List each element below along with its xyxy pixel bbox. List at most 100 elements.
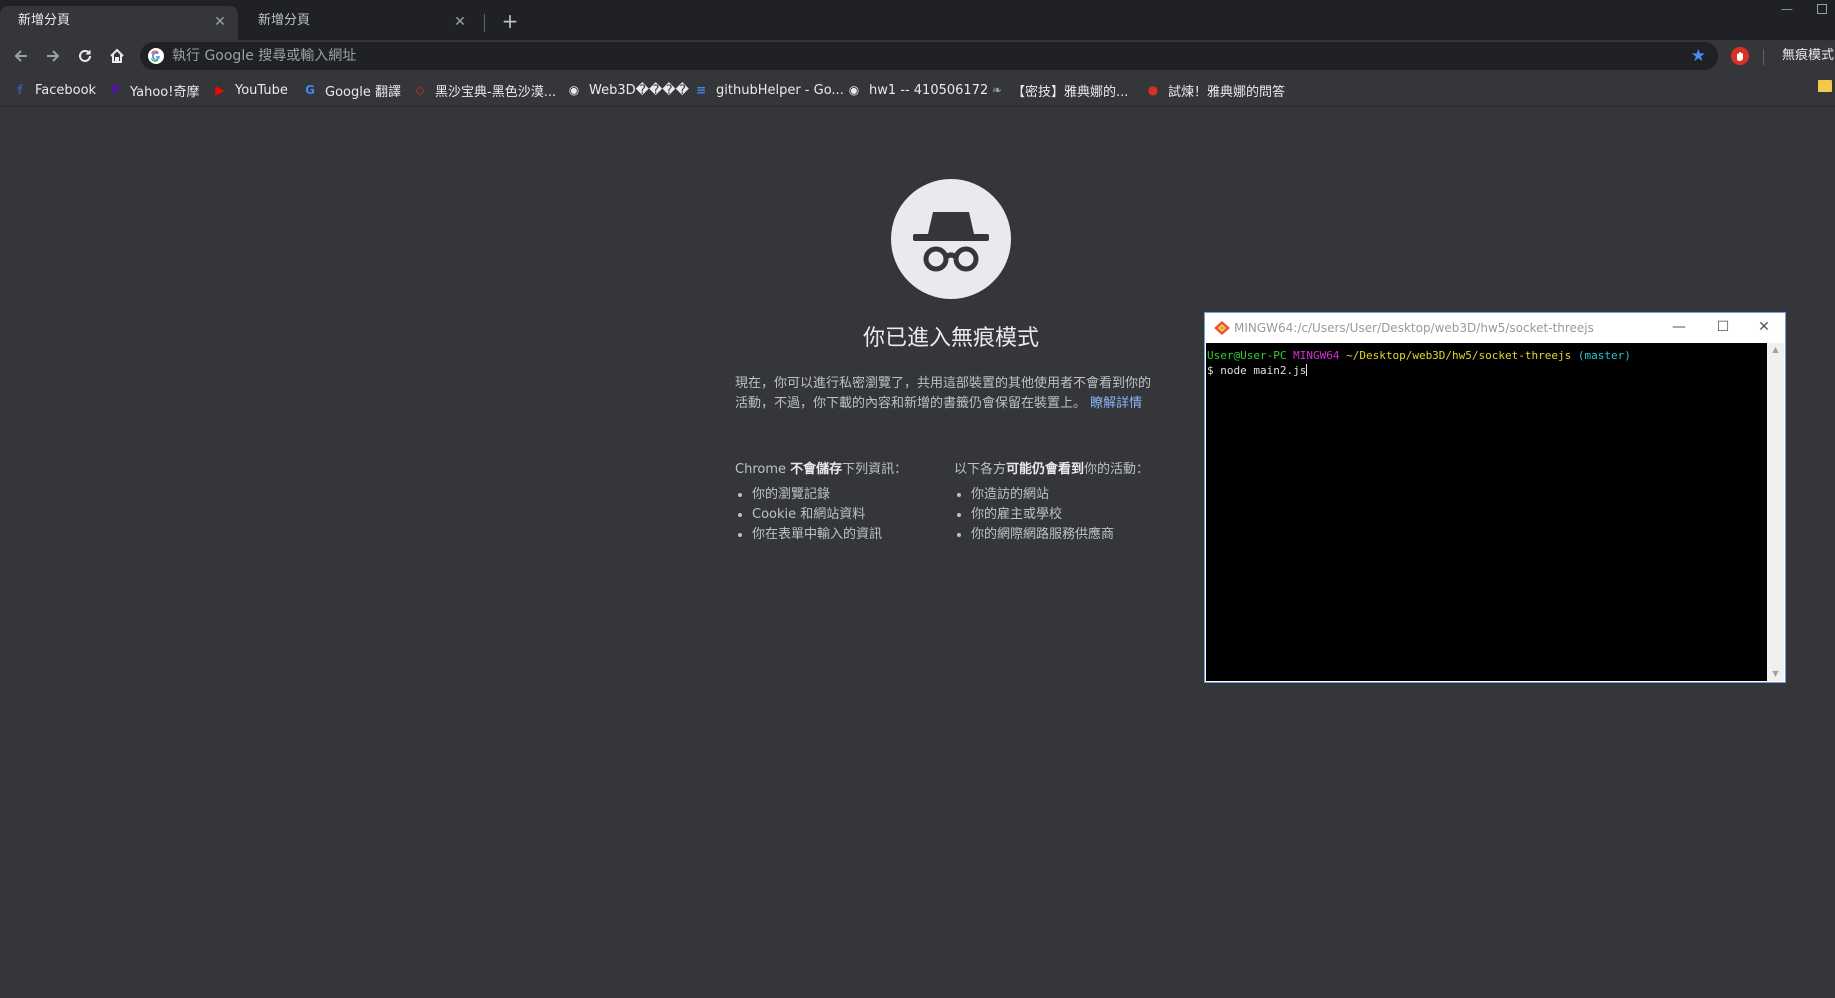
extension-hand-icon[interactable]	[1730, 46, 1750, 66]
bookmark-label: 試煉！雅典娜的問答	[1168, 84, 1286, 100]
reload-icon	[79, 49, 91, 62]
incognito-logo	[891, 179, 1011, 299]
intro-text: 現在，你可以進行私密瀏覽了，共用這部裝置的其他使用者不會看到你的活動，不過，你下…	[735, 376, 1152, 411]
tab-new-tab-1[interactable]: 新增分頁 ✕	[0, 6, 238, 40]
bookmark-label: 黑沙宝典-黑色沙漠...	[435, 84, 557, 100]
diamond-icon: ◇	[415, 83, 425, 97]
bookmark-item[interactable]: Y Yahoo!奇摩	[107, 80, 200, 100]
bookmark-item[interactable]: f Facebook	[12, 80, 96, 100]
tab-divider	[484, 14, 485, 32]
list-item: 你的瀏覽記錄	[752, 485, 965, 505]
bookmark-label: Google 翻譯	[325, 84, 401, 100]
bookmarks-bar: f Facebook Y Yahoo!奇摩 ▶ YouTube G Google 翻譯 ◇ 黑沙宝…	[0, 72, 1835, 107]
learn-more-link[interactable]: 瞭解詳情	[1090, 396, 1142, 411]
terminal-output[interactable]: User@User-PC MINGW64 ~/Desktop/web3D/hw5…	[1206, 343, 1767, 681]
terminal-title: MINGW64:/c/Users/User/Desktop/web3D/hw5/…	[1234, 321, 1594, 335]
terminal-minimize-button[interactable]: —	[1657, 315, 1701, 339]
git-bash-icon	[1214, 321, 1230, 335]
arrow-right-icon	[47, 50, 60, 62]
page-title: 你已進入無痕模式	[862, 326, 1039, 351]
bookmark-item[interactable]: ◇ 黑沙宝典-黑色沙漠...	[412, 80, 556, 100]
bookmark-label: hw1 -- 410506172	[869, 82, 989, 98]
address-input[interactable]	[172, 42, 1652, 70]
forward-button[interactable]	[41, 44, 65, 68]
bookmark-item[interactable]: ◉ hw1 -- 410506172	[846, 80, 988, 100]
prompt-system: MINGW64	[1293, 349, 1340, 362]
tab-new-tab-2[interactable]: 新增分頁 ✕	[240, 6, 478, 40]
home-button[interactable]	[105, 44, 129, 68]
tab-label: 新增分頁	[258, 13, 311, 28]
scroll-down-icon[interactable]: ▼	[1767, 667, 1784, 681]
bookmark-label: Yahoo!奇摩	[130, 84, 200, 100]
back-button[interactable]	[9, 44, 33, 68]
terminal-window[interactable]: MINGW64:/c/Users/User/Desktop/web3D/hw5/…	[1205, 313, 1785, 682]
bookmark-label: Facebook	[35, 82, 97, 98]
incognito-indicator[interactable]: 無痕模式	[1782, 46, 1834, 66]
other-bookmarks-folder-icon[interactable]	[1818, 80, 1832, 92]
globe-icon: ◉	[568, 83, 580, 97]
tab-strip: 新增分頁 ✕ 新增分頁 ✕ + —	[0, 0, 1835, 40]
bookmark-label: 【密技】雅典娜的...	[1012, 84, 1129, 100]
bookmark-label: Web3D����	[589, 82, 689, 98]
may-be-visible-section: 以下各方可能仍會看到你的活動： 你造訪的網站 你的雇主或學校 你的網際網路服務供…	[954, 459, 1184, 545]
incognito-intro: 現在，你可以進行私密瀏覽了，共用這部裝置的其他使用者不會看到你的活動，不過，你下…	[735, 374, 1160, 414]
globe-icon: ◉	[848, 83, 860, 97]
terminal-scrollbar[interactable]: ▲ ▼	[1767, 343, 1784, 681]
heading-bold: 可能仍會看到	[1006, 462, 1085, 477]
prompt-path: ~/Desktop/web3D/hw5/socket-threejs	[1346, 349, 1572, 362]
omnibox[interactable]: ★	[140, 42, 1718, 70]
incognito-icon	[913, 212, 989, 272]
bookmark-item[interactable]: ❧ 【密技】雅典娜的...	[989, 80, 1128, 100]
ladybug-icon: ●	[1147, 83, 1159, 97]
google-icon	[148, 48, 164, 64]
heading-prefix: Chrome	[735, 462, 791, 477]
scroll-up-icon[interactable]: ▲	[1767, 343, 1784, 357]
arrow-left-icon	[14, 50, 27, 62]
prompt-line: User@User-PC MINGW64 ~/Desktop/web3D/hw5…	[1206, 348, 1767, 363]
bookmark-item[interactable]: G Google 翻譯	[302, 80, 401, 100]
list-item: 你的網際網路服務供應商	[971, 525, 1184, 545]
tab-close-icon[interactable]: ✕	[452, 14, 468, 30]
list-item: 你在表單中輸入的資訊	[752, 525, 965, 545]
window-minimize-button[interactable]: —	[1775, 0, 1799, 18]
maximize-icon	[1817, 4, 1827, 14]
heading-bold: 不會儲存	[790, 462, 843, 477]
window-maximize-button[interactable]	[1810, 0, 1834, 18]
tab-label: 新增分頁	[18, 13, 71, 28]
facebook-icon: f	[17, 83, 23, 97]
google-docs-icon: ≡	[695, 83, 707, 97]
not-saved-section: Chrome 不會儲存下列資訊： 你的瀏覽記錄 Cookie 和網站資料 你在表…	[735, 459, 965, 545]
bookmark-item[interactable]: ≡ githubHelper - Go...	[693, 80, 844, 100]
bookmark-star-icon[interactable]: ★	[1691, 46, 1706, 66]
heading-suffix: 下列資訊：	[842, 462, 908, 477]
prompt-branch: (master)	[1577, 349, 1631, 362]
list-item: 你造訪的網站	[971, 485, 1184, 505]
home-icon	[110, 48, 124, 63]
feather-icon: ❧	[991, 83, 1003, 97]
youtube-icon: ▶	[215, 83, 225, 97]
terminal-maximize-button[interactable]: ☐	[1701, 315, 1745, 339]
tab-close-icon[interactable]: ✕	[212, 14, 228, 30]
terminal-close-button[interactable]: ✕	[1742, 315, 1786, 339]
terminal-titlebar[interactable]: MINGW64:/c/Users/User/Desktop/web3D/hw5/…	[1205, 313, 1785, 343]
heading-suffix: 你的活動：	[1084, 462, 1150, 477]
yahoo-icon: Y	[110, 83, 120, 97]
text-cursor	[1306, 364, 1308, 376]
reload-button[interactable]	[73, 44, 97, 68]
not-saved-heading: Chrome 不會儲存下列資訊：	[735, 459, 965, 481]
google-translate-icon: G	[305, 83, 315, 97]
may-be-visible-list: 你造訪的網站 你的雇主或學校 你的網際網路服務供應商	[954, 485, 1184, 545]
list-item: 你的雇主或學校	[971, 505, 1184, 525]
bookmark-label: YouTube	[235, 82, 288, 98]
bookmark-item[interactable]: ● 試煉！雅典娜的問答	[1145, 80, 1285, 100]
bookmark-item[interactable]: ◉ Web3D����	[566, 80, 689, 100]
may-be-visible-heading: 以下各方可能仍會看到你的活動：	[954, 459, 1184, 481]
not-saved-list: 你的瀏覽記錄 Cookie 和網站資料 你在表單中輸入的資訊	[735, 485, 965, 545]
list-item: Cookie 和網站資料	[752, 505, 965, 525]
toolbar-divider	[1763, 49, 1764, 65]
new-tab-button[interactable]: +	[498, 10, 522, 34]
command-line: $ node main2.js	[1206, 363, 1767, 378]
bookmark-item[interactable]: ▶ YouTube	[212, 80, 288, 100]
command-text: $ node main2.js	[1207, 364, 1307, 377]
toolbar: ★ 無痕模式	[0, 40, 1835, 72]
